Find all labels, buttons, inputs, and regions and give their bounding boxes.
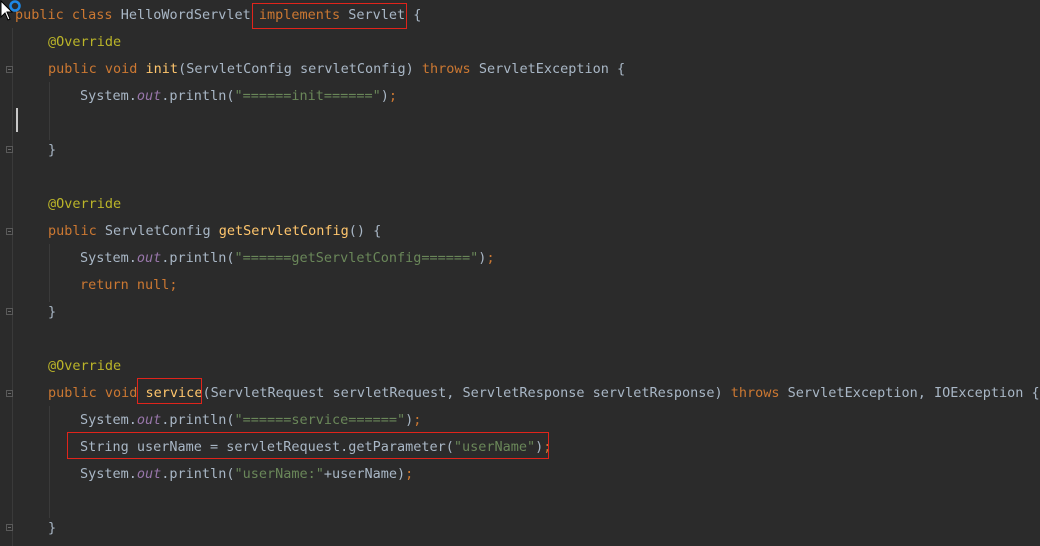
code-token: "userName" <box>453 439 536 455</box>
code-token: System. <box>80 412 137 428</box>
code-line[interactable]: } <box>0 515 1040 542</box>
code-token: void <box>104 61 146 77</box>
code-token: "userName:" <box>234 466 324 482</box>
code-token: implements <box>258 7 349 23</box>
code-line[interactable]: public void init(ServletConfig servletCo… <box>0 56 1040 83</box>
code-token: public <box>48 61 105 77</box>
code-token: null <box>136 277 170 293</box>
code-token: "======init======" <box>234 88 381 104</box>
code-text: } <box>48 299 56 326</box>
code-token: System. <box>80 88 137 104</box>
code-line[interactable]: @Override <box>0 353 1040 380</box>
code-token: class <box>71 7 121 23</box>
code-text: String userName = servletRequest.getPara… <box>80 434 551 461</box>
code-line[interactable]: return null; <box>0 272 1040 299</box>
code-token: @Override <box>48 358 122 374</box>
code-token: +userName) <box>323 466 406 482</box>
code-text: } <box>48 137 56 164</box>
code-text: return null; <box>80 272 178 299</box>
code-token: throws <box>421 61 479 77</box>
code-token: @Override <box>48 196 122 212</box>
code-text: @Override <box>48 29 121 56</box>
code-token: () { <box>348 223 382 239</box>
code-line[interactable]: } <box>0 299 1040 326</box>
code-text: System.out.println("======init======"); <box>80 83 397 110</box>
mouse-pointer-icon <box>0 0 21 21</box>
code-token: ; <box>413 412 422 428</box>
code-token: System. <box>80 250 137 266</box>
code-token: out <box>136 88 162 104</box>
code-text: @Override <box>48 353 121 380</box>
code-token: ServletException { <box>478 61 626 77</box>
code-text: public class HelloWordServlet implements… <box>15 2 421 29</box>
code-token: @Override <box>48 34 122 50</box>
code-token: ServletException, IOException { <box>787 385 1040 401</box>
code-token: ; <box>486 250 495 266</box>
code-token: ; <box>388 88 398 104</box>
code-token: (ServletConfig servletConfig) <box>178 61 422 77</box>
code-token: ; <box>543 439 552 455</box>
code-text: System.out.println("userName:"+userName)… <box>80 461 413 488</box>
code-text: System.out.println("======service======"… <box>80 407 421 434</box>
code-line[interactable] <box>0 110 1040 137</box>
code-line[interactable]: System.out.println("======init======"); <box>0 83 1040 110</box>
code-line[interactable]: System.out.println("======getServletConf… <box>0 245 1040 272</box>
code-line[interactable] <box>0 164 1040 191</box>
code-line[interactable]: public void service(ServletRequest servl… <box>0 380 1040 407</box>
code-token: "======getServletConfig======" <box>234 250 479 266</box>
code-token: .println( <box>161 250 235 266</box>
code-token: { <box>413 7 422 23</box>
code-token: .println( <box>161 466 235 482</box>
code-token: .println( <box>161 412 235 428</box>
code-token: HelloWordServlet <box>120 7 259 23</box>
text-caret <box>16 108 18 132</box>
code-token: "======service======" <box>234 412 406 428</box>
code-line[interactable]: public class HelloWordServlet implements… <box>0 2 1040 29</box>
code-line[interactable]: String userName = servletRequest.getPara… <box>0 434 1040 461</box>
code-line[interactable]: System.out.println("userName:"+userName)… <box>0 461 1040 488</box>
code-token: Servlet <box>348 7 414 23</box>
code-token: public <box>48 385 105 401</box>
code-editor[interactable]: public class HelloWordServlet implements… <box>0 0 1040 546</box>
code-text: System.out.println("======getServletConf… <box>80 245 495 272</box>
code-line[interactable] <box>0 326 1040 353</box>
code-token: ; <box>405 466 414 482</box>
code-token: init <box>145 61 179 77</box>
code-token: String userName = servletRequest.getPara… <box>80 439 454 455</box>
code-token: void <box>104 385 146 401</box>
code-text: public ServletConfig getServletConfig() … <box>48 218 381 245</box>
code-token: } <box>48 142 57 158</box>
code-token: (ServletRequest servletRequest, ServletR… <box>202 385 731 401</box>
code-text: public void service(ServletRequest servl… <box>48 380 1040 407</box>
code-token: return <box>80 277 137 293</box>
code-token: ) <box>380 88 389 104</box>
code-token: ServletConfig <box>104 223 219 239</box>
code-line[interactable] <box>0 488 1040 515</box>
code-token: ; <box>169 277 178 293</box>
code-line[interactable]: System.out.println("======service======"… <box>0 407 1040 434</box>
code-token: System. <box>80 466 137 482</box>
code-token: } <box>48 520 57 536</box>
code-line[interactable]: @Override <box>0 191 1040 218</box>
code-token: out <box>136 466 162 482</box>
code-line[interactable]: @Override <box>0 29 1040 56</box>
code-token: public <box>48 223 105 239</box>
code-token: } <box>48 304 57 320</box>
code-text: } <box>48 515 56 542</box>
code-text: @Override <box>48 191 121 218</box>
code-line[interactable]: public ServletConfig getServletConfig() … <box>0 218 1040 245</box>
code-line[interactable]: } <box>0 137 1040 164</box>
code-text: public void init(ServletConfig servletCo… <box>48 56 625 83</box>
code-token: out <box>136 250 162 266</box>
code-token: .println( <box>161 88 235 104</box>
code-token: service <box>145 385 203 401</box>
code-token: throws <box>730 385 788 401</box>
code-token: out <box>136 412 162 428</box>
code-token: getServletConfig <box>218 223 349 239</box>
